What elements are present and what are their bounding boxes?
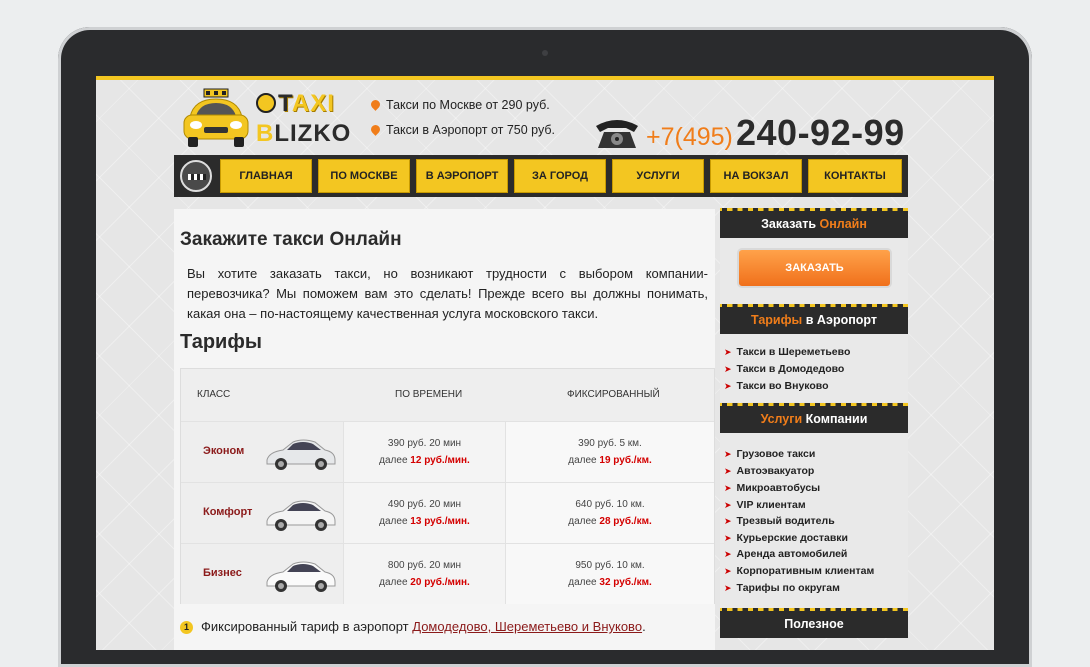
airports-link[interactable]: Домодедово, Шереметьево и Внуково xyxy=(412,619,642,634)
nav-item-services[interactable]: Услуги xyxy=(612,159,704,193)
arrow-right-icon: ➤ xyxy=(724,483,732,493)
arrow-right-icon: ➤ xyxy=(724,566,732,576)
time-rate: далее 20 руб./мин. xyxy=(379,577,470,588)
note-number-badge: 1 xyxy=(180,621,193,634)
tariffs-title: Тарифы xyxy=(180,331,262,353)
nav-item-contacts[interactable]: Контакты xyxy=(808,159,902,193)
fixed-cell: 640 руб. 10 км. далее 28 руб./км. xyxy=(505,483,714,543)
sidebar-link-district-tariffs[interactable]: ➤ Тарифы по округам xyxy=(724,582,840,594)
nav-item-intercity[interactable]: За город xyxy=(514,159,606,193)
time-base: 390 руб. 20 мин xyxy=(387,438,462,449)
time-base: 490 руб. 20 мин xyxy=(387,499,462,510)
arrow-right-icon: ➤ xyxy=(724,500,732,510)
nav-item-airport[interactable]: В аэропорт xyxy=(416,159,508,193)
time-cell: 800 руб. 20 мин далее 20 руб./мин. xyxy=(343,544,505,604)
nav-taxi-logo-icon[interactable] xyxy=(180,160,212,192)
map-pin-icon xyxy=(369,123,382,136)
fixed-base: 390 руб. 5 км. xyxy=(578,438,642,449)
fixed-base: 640 руб. 10 км. xyxy=(575,499,645,510)
top-accent-line xyxy=(96,76,994,80)
arrow-right-icon: ➤ xyxy=(724,364,732,374)
class-name: Комфорт xyxy=(203,506,253,518)
time-rate: далее 13 руб./мин. xyxy=(379,516,470,527)
sidebar-link-minibus[interactable]: ➤ Микроавтобусы xyxy=(724,482,820,494)
arrow-right-icon: ➤ xyxy=(724,381,732,391)
time-rate: далее 12 руб./мин. xyxy=(379,455,470,466)
time-base: 800 руб. 20 мин xyxy=(387,560,462,571)
header-time: По времени xyxy=(395,389,463,400)
sedan-car-icon xyxy=(266,561,336,592)
time-cell: 390 руб. 20 мин далее 12 руб./мин. xyxy=(343,422,505,482)
taxi-car-icon xyxy=(183,88,249,147)
phone-code[interactable]: +7(495) xyxy=(646,123,733,152)
intro-text: Вы хотите заказать такси, но возникают т… xyxy=(187,266,708,321)
logo-taxi-text: TAXI xyxy=(256,90,335,118)
header-class: Класс xyxy=(197,389,231,400)
sidebar-link-cargo-taxi[interactable]: ➤ Грузовое такси xyxy=(724,448,815,460)
map-pin-icon xyxy=(369,98,382,111)
table-row: Комфорт 490 руб. 20 мин далее 13 руб./ми… xyxy=(181,482,714,543)
time-cell: 490 руб. 20 мин далее 13 руб./мин. xyxy=(343,483,505,543)
browser-screen: TAXI BLIZKO Такси по Москве от 290 руб. … xyxy=(96,76,994,650)
logo-blizko-text: BLIZKO xyxy=(256,120,352,147)
table-row: Эконом 390 руб. 20 мин далее 12 руб./мин… xyxy=(181,421,714,482)
sidebar-link-corporate[interactable]: ➤ Корпоративным клиентам xyxy=(724,565,874,577)
sidebar-services-heading: Услуги Компании xyxy=(720,403,908,433)
class-name: Эконом xyxy=(203,445,245,457)
promo-airport: Такси в Аэропорт от 750 руб. xyxy=(369,123,555,137)
main-navigation: Главная По Москве В аэропорт За город Ус… xyxy=(174,155,908,197)
arrow-right-icon: ➤ xyxy=(724,583,732,593)
nav-item-home[interactable]: Главная xyxy=(220,159,312,193)
arrow-right-icon: ➤ xyxy=(724,449,732,459)
sidebar-link-courier[interactable]: ➤ Курьерские доставки xyxy=(724,532,848,544)
fixed-rate: далее 32 руб./км. xyxy=(568,577,652,588)
class-cell: Бизнес xyxy=(181,544,343,604)
sidebar-order-heading: Заказать Онлайн xyxy=(720,208,908,238)
arrow-right-icon: ➤ xyxy=(724,516,732,526)
airport-fixed-note: 1 Фиксированный тариф в аэропорт Домодедо… xyxy=(180,619,646,634)
sedan-car-icon xyxy=(266,500,336,531)
sidebar-link-sober-driver[interactable]: ➤ Трезвый водитель xyxy=(724,515,835,527)
nav-item-moscow[interactable]: По Москве xyxy=(318,159,410,193)
telephone-icon xyxy=(596,120,638,148)
promo-city: Такси по Москве от 290 руб. xyxy=(369,98,550,112)
fixed-cell: 950 руб. 10 км. далее 32 руб./км. xyxy=(505,544,714,604)
nav-item-station[interactable]: На вокзал xyxy=(710,159,802,193)
arrow-right-icon: ➤ xyxy=(724,347,732,357)
sidebar-link-vnukovo[interactable]: ➤ Такси во Внуково xyxy=(724,380,829,392)
sedan-car-icon xyxy=(266,439,336,470)
sidebar-useful-heading: Полезное xyxy=(720,608,908,638)
order-button[interactable]: Заказать xyxy=(737,248,892,288)
class-name: Бизнес xyxy=(203,567,242,579)
webcam-icon xyxy=(542,50,548,56)
sidebar-link-tow-truck[interactable]: ➤ Автоэвакуатор xyxy=(724,465,814,477)
arrow-right-icon: ➤ xyxy=(724,549,732,559)
fixed-rate: далее 19 руб./км. xyxy=(568,455,652,466)
arrow-right-icon: ➤ xyxy=(724,466,732,476)
arrow-right-icon: ➤ xyxy=(724,533,732,543)
sidebar-link-domodedovo[interactable]: ➤ Такси в Домодедово xyxy=(724,363,844,375)
class-cell: Комфорт xyxy=(181,483,343,543)
class-cell: Эконом xyxy=(181,422,343,482)
sidebar-link-sheremetyevo[interactable]: ➤ Такси в Шереметьево xyxy=(724,346,850,358)
table-row: Бизнес 800 руб. 20 мин далее 20 руб./мин… xyxy=(181,543,714,604)
sidebar-airport-heading: Тарифы в Аэропорт xyxy=(720,304,908,334)
sidebar-link-car-rental[interactable]: ➤ Аренда автомобилей xyxy=(724,548,847,560)
table-header: Класс По времени Фиксированный xyxy=(181,369,714,421)
logo-circle-icon xyxy=(256,93,276,113)
sidebar-link-vip[interactable]: ➤ VIP клиентам xyxy=(724,499,806,511)
fixed-cell: 390 руб. 5 км. далее 19 руб./км. xyxy=(505,422,714,482)
phone-number[interactable]: 240-92-99 xyxy=(736,112,905,154)
tariffs-table: Класс По времени Фиксированный Эконом 39… xyxy=(180,368,715,604)
page-title: Закажите такси Онлайн xyxy=(180,229,402,250)
fixed-rate: далее 28 руб./км. xyxy=(568,516,652,527)
fixed-base: 950 руб. 10 км. xyxy=(575,560,645,571)
header-fixed: Фиксированный xyxy=(567,389,660,400)
